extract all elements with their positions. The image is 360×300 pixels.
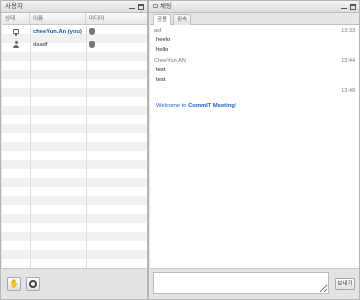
chat-panel-title: 채팅: [160, 3, 172, 10]
shield-icon: [89, 28, 95, 35]
message-text: hello: [156, 47, 169, 53]
user-status-cell: [2, 29, 30, 36]
person-icon: [13, 41, 19, 48]
column-dividers: [2, 25, 147, 269]
welcome-suffix: !: [234, 103, 237, 109]
message-time: 13:33: [341, 28, 355, 34]
chat-titlebar: 채팅: [149, 1, 359, 13]
user-status-cell: [2, 41, 30, 48]
minimize-icon[interactable]: [341, 4, 347, 10]
chat-input-area: 보내기: [150, 268, 359, 298]
chat-input[interactable]: [153, 272, 329, 294]
maximize-icon[interactable]: [138, 4, 144, 10]
column-header-status[interactable]: 상태: [2, 13, 30, 24]
welcome-app-name: CommIT Meeting: [188, 103, 235, 109]
users-toolbar: ✋: [2, 268, 147, 298]
message-text: heelo: [156, 37, 171, 43]
settings-button[interactable]: [26, 277, 40, 291]
users-panel-title: 사용자: [5, 3, 23, 10]
column-header-name[interactable]: 이름: [30, 13, 86, 24]
message-text: test: [156, 77, 166, 83]
tab-whisper[interactable]: 귓속: [173, 14, 191, 25]
user-row[interactable]: cheeYun.An (you): [2, 25, 147, 38]
users-panel: 사용자 상태 이름 미디어 cheeYun.An (you) daadf ✋: [0, 0, 148, 300]
user-name: daadf: [33, 41, 48, 48]
users-titlebar: 사용자: [1, 1, 147, 13]
user-row[interactable]: daadf: [2, 38, 147, 51]
chat-panel: 채팅 공용 귓속 asf 13:33 heelo hello CheeYun.A…: [148, 0, 360, 300]
monitor-icon: [13, 29, 19, 36]
raise-hand-button[interactable]: ✋: [7, 277, 21, 291]
minimize-icon[interactable]: [129, 4, 135, 10]
gear-icon: [29, 280, 37, 288]
hand-icon: ✋: [9, 279, 19, 288]
message-header: 13:48: [154, 88, 355, 96]
chat-tabs: 공용 귓속: [150, 13, 359, 25]
user-media-cell: [86, 41, 147, 48]
tab-common[interactable]: 공용: [153, 14, 171, 25]
chat-window-controls: [341, 1, 356, 13]
message-text: test: [156, 67, 166, 73]
shield-icon: [89, 41, 95, 48]
welcome-message: Welcome to CommIT Meeting!: [156, 103, 236, 109]
chat-icon: [153, 4, 158, 9]
user-name: cheeYun.An (you): [33, 28, 82, 35]
users-window-controls: [129, 1, 144, 13]
column-header-media[interactable]: 미디어: [86, 13, 147, 24]
welcome-prefix: Welcome to: [156, 103, 189, 109]
send-button[interactable]: 보내기: [335, 278, 355, 290]
user-media-cell: [86, 28, 147, 35]
chat-messages[interactable]: asf 13:33 heelo hello CheeYun.AN 13:44 t…: [150, 25, 359, 269]
message-time: 13:48: [341, 88, 355, 94]
maximize-icon[interactable]: [350, 4, 356, 10]
message-sender: asf: [154, 28, 162, 34]
message-header: CheeYun.AN 13:44: [154, 58, 355, 66]
message-sender: CheeYun.AN: [154, 58, 186, 64]
message-header: asf 13:33: [154, 28, 355, 36]
users-table-header: 상태 이름 미디어: [2, 13, 147, 25]
message-time: 13:44: [341, 58, 355, 64]
user-list[interactable]: cheeYun.An (you) daadf: [2, 25, 147, 269]
